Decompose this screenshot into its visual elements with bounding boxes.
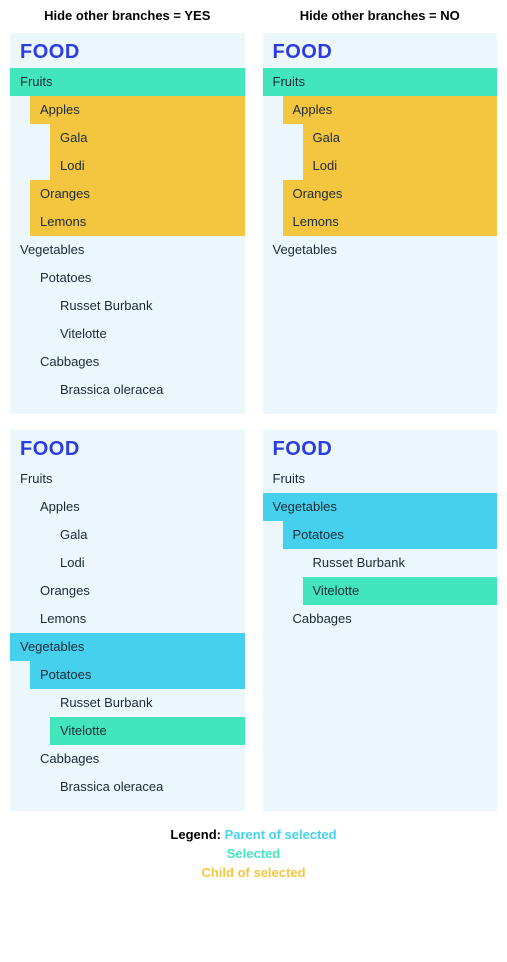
tree-item[interactable]: Fruits (10, 465, 245, 493)
tree-item[interactable]: Lodi (10, 549, 245, 577)
tree-item-label: Apples (283, 102, 333, 117)
tree-item[interactable]: Apples (283, 96, 498, 124)
tree-item-label: Vitelotte (50, 723, 107, 738)
column-header-yes: Hide other branches = YES (10, 8, 245, 23)
tree-item-label: Russet Burbank (10, 695, 153, 710)
legend-child: Child of selected (201, 865, 305, 880)
tree-item[interactable]: Potatoes (283, 521, 498, 549)
tree-item[interactable]: Russet Burbank (10, 292, 245, 320)
tree-item[interactable]: Vegetables (10, 633, 245, 661)
tree-item-label: Lodi (50, 158, 85, 173)
tree-item[interactable]: Vitelotte (10, 320, 245, 348)
tree-item[interactable]: Fruits (10, 68, 245, 96)
tree-item-label: Lemons (30, 214, 86, 229)
tree-item-label: Gala (50, 130, 87, 145)
tree-item[interactable]: Vitelotte (50, 717, 245, 745)
tree-item[interactable]: Potatoes (30, 661, 245, 689)
tree-item-label: Lemons (10, 611, 86, 626)
panels-grid: FOOD Fruits Apples Gala Lodi Oranges Lemons Ve… (10, 33, 497, 811)
tree-item-label: Apples (10, 499, 80, 514)
tree-item[interactable]: Vegetables (10, 236, 245, 264)
tree-item-label: Potatoes (10, 270, 91, 285)
tree-item[interactable]: Oranges (30, 180, 245, 208)
tree-item[interactable]: Lemons (283, 208, 498, 236)
tree-item[interactable]: Gala (303, 124, 498, 152)
tree-item-label: Potatoes (283, 527, 344, 542)
tree-item[interactable]: Fruits (263, 465, 498, 493)
panel-yes-fruits: FOOD Fruits Apples Gala Lodi Oranges Lemons Ve… (10, 33, 245, 414)
tree-item-label: Cabbages (10, 354, 99, 369)
panel-yes-vitelotte: FOOD Fruits Apples Gala Lodi Oranges Lemons Ve… (10, 430, 245, 811)
tree-item-label: Brassica oleracea (10, 779, 163, 794)
tree-item-label: Lodi (303, 158, 338, 173)
tree-item[interactable]: Brassica oleracea (10, 376, 245, 404)
column-headers: Hide other branches = YES Hide other bra… (10, 8, 497, 23)
tree-item-label: Apples (30, 102, 80, 117)
panel-title: FOOD (263, 430, 498, 465)
legend: Legend: Parent of selected Selected Chil… (10, 825, 497, 882)
tree-item-label: Fruits (10, 74, 53, 89)
tree-item[interactable]: Gala (50, 124, 245, 152)
tree-item-label: Russet Burbank (10, 298, 153, 313)
panel-title: FOOD (10, 430, 245, 465)
tree-item[interactable]: Apples (10, 493, 245, 521)
tree-item[interactable]: Vegetables (263, 493, 498, 521)
tree-item[interactable]: Russet Burbank (263, 549, 498, 577)
tree-item[interactable]: Oranges (10, 577, 245, 605)
tree-item-label: Fruits (263, 74, 306, 89)
tree-item[interactable]: Potatoes (10, 264, 245, 292)
tree-item[interactable]: Lodi (50, 152, 245, 180)
tree-item[interactable]: Brassica oleracea (10, 773, 245, 801)
tree-item-label: Fruits (263, 471, 306, 486)
panel-title: FOOD (10, 33, 245, 68)
panel-title: FOOD (263, 33, 498, 68)
tree-item-label: Vitelotte (10, 326, 107, 341)
tree-item[interactable]: Apples (30, 96, 245, 124)
tree-item-label: Vegetables (10, 242, 84, 257)
legend-label: Legend: (170, 827, 221, 842)
tree-item[interactable]: Fruits (263, 68, 498, 96)
tree-item-label: Vegetables (263, 499, 337, 514)
tree-item-label: Vegetables (10, 639, 84, 654)
tree-item-label: Oranges (10, 583, 90, 598)
tree-item-label: Potatoes (30, 667, 91, 682)
tree-item[interactable]: Cabbages (10, 348, 245, 376)
tree-item-label: Gala (10, 527, 87, 542)
tree-item-label: Vegetables (263, 242, 337, 257)
tree-item[interactable]: Vitelotte (303, 577, 498, 605)
tree-item[interactable]: Gala (10, 521, 245, 549)
legend-selected: Selected (227, 846, 280, 861)
tree-item[interactable]: Cabbages (263, 605, 498, 633)
tree-item-label: Oranges (30, 186, 90, 201)
panel-no-fruits: FOOD Fruits Apples Gala Lodi Oranges Lemons Ve… (263, 33, 498, 414)
tree-item-label: Oranges (283, 186, 343, 201)
tree-item-label: Russet Burbank (263, 555, 406, 570)
tree-item-label: Cabbages (10, 751, 99, 766)
tree-item[interactable]: Oranges (283, 180, 498, 208)
tree-item[interactable]: Russet Burbank (10, 689, 245, 717)
column-header-no: Hide other branches = NO (263, 8, 498, 23)
tree-item[interactable]: Vegetables (263, 236, 498, 264)
tree-item-label: Lodi (10, 555, 85, 570)
tree-item[interactable]: Lemons (30, 208, 245, 236)
tree-item-label: Brassica oleracea (10, 382, 163, 397)
tree-item[interactable]: Cabbages (10, 745, 245, 773)
tree-item-label: Fruits (10, 471, 53, 486)
panel-no-vitelotte: FOOD Fruits Vegetables Potatoes Russet Burb… (263, 430, 498, 811)
legend-parent: Parent of selected (225, 827, 337, 842)
tree-item-label: Gala (303, 130, 340, 145)
tree-item-label: Lemons (283, 214, 339, 229)
tree-item-label: Vitelotte (303, 583, 360, 598)
tree-item-label: Cabbages (263, 611, 352, 626)
tree-item[interactable]: Lemons (10, 605, 245, 633)
tree-item[interactable]: Lodi (303, 152, 498, 180)
